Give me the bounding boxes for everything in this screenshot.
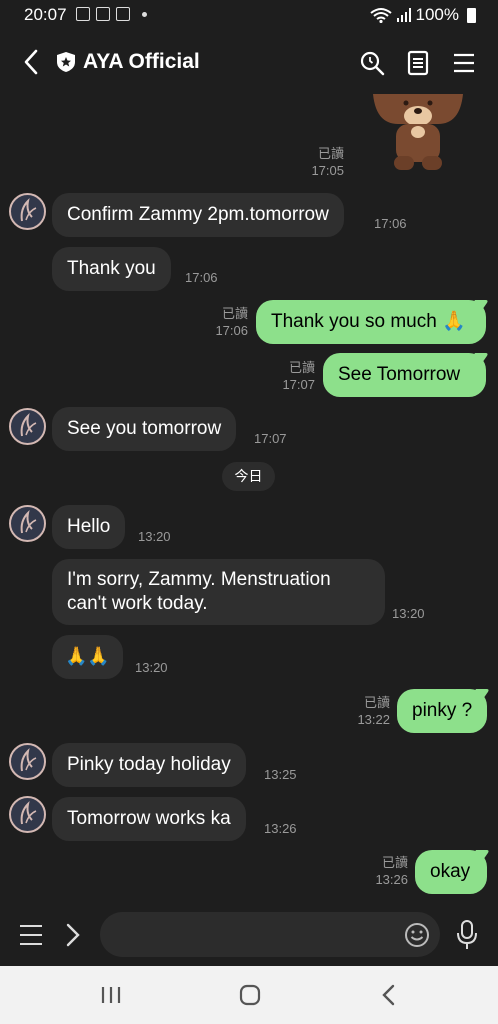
outgoing-message[interactable]: okay — [415, 850, 487, 894]
aya-logo-icon — [20, 412, 37, 437]
incoming-message[interactable]: See you tomorrow — [52, 407, 237, 451]
message-input[interactable] — [100, 912, 440, 957]
avatar[interactable] — [9, 505, 46, 542]
message-time: 17:06 — [185, 270, 218, 285]
menu-icon[interactable] — [451, 50, 477, 76]
aya-logo-icon — [20, 800, 37, 825]
message-time: 17:05 — [311, 163, 344, 178]
message-time: 17:07 — [282, 377, 315, 392]
message-line: I'm sorry, Zammy. Menstruation — [67, 569, 331, 590]
back-nav-icon[interactable] — [380, 983, 398, 1007]
avatar[interactable] — [9, 408, 46, 445]
message-meta: 已讀 13:26 — [358, 854, 408, 888]
expand-icon[interactable] — [65, 922, 81, 948]
aya-logo-icon — [20, 747, 37, 772]
battery-percent: 100% — [415, 5, 459, 24]
home-icon[interactable] — [238, 983, 262, 1007]
read-receipt: 已讀 — [317, 146, 344, 161]
avatar[interactable] — [9, 743, 46, 780]
chat-title: AYA Official — [83, 50, 200, 73]
search-icon[interactable] — [359, 50, 385, 76]
wifi-icon — [369, 8, 392, 23]
incoming-message[interactable]: Tomorrow works ka — [52, 797, 246, 841]
message-meta: 已讀 13:22 — [340, 694, 390, 728]
message-time: 13:20 — [392, 606, 425, 621]
read-receipt: 已讀 — [221, 306, 248, 321]
more-notifications-icon — [142, 11, 147, 17]
app-notification-icon — [96, 7, 110, 21]
chat-header: AYA Official — [0, 30, 498, 94]
read-receipt: 已讀 — [363, 695, 390, 710]
message-time: 13:20 — [135, 660, 168, 675]
status-bar: 20:07 100% — [0, 0, 498, 30]
message-time: 13:25 — [264, 767, 297, 782]
system-nav-bar — [0, 966, 498, 1024]
notification-icons — [76, 7, 147, 21]
incoming-message[interactable]: Pinky today holiday — [52, 743, 246, 787]
outgoing-message[interactable]: pinky ? — [397, 689, 487, 733]
message-list[interactable]: 已讀 17:05 Confirm Zammy 2pm.tomorrow 17:0… — [0, 94, 498, 904]
incoming-message[interactable]: Hello — [52, 505, 126, 549]
official-badge-icon — [57, 52, 75, 72]
message-meta: 已讀 17:05 — [294, 145, 344, 179]
aya-logo-icon — [20, 509, 37, 534]
message-time: 17:07 — [254, 431, 287, 446]
message-time: 13:20 — [138, 529, 171, 544]
message-time: 13:26 — [264, 821, 297, 836]
message-line: can't work today. — [67, 593, 208, 614]
menu-icon[interactable] — [19, 924, 43, 946]
message-meta: 已讀 17:07 — [265, 359, 315, 393]
bear-sticker[interactable] — [368, 94, 468, 174]
avatar[interactable] — [9, 193, 46, 230]
notes-icon[interactable] — [405, 50, 431, 76]
back-icon[interactable] — [20, 48, 44, 76]
message-time: 17:06 — [215, 323, 248, 338]
read-receipt: 已讀 — [381, 855, 408, 870]
input-bar — [0, 904, 498, 966]
aya-logo-icon — [20, 197, 37, 222]
read-receipt: 已讀 — [288, 360, 315, 375]
recent-apps-icon[interactable] — [100, 985, 122, 1005]
battery-icon — [467, 7, 476, 23]
message-time: 17:06 — [374, 216, 407, 231]
message-time: 13:26 — [375, 872, 408, 887]
gallery-icon — [76, 7, 90, 21]
status-right: 100% — [369, 5, 476, 25]
incoming-message[interactable]: 🙏🙏 — [52, 635, 123, 679]
avatar[interactable] — [9, 796, 46, 833]
emoji-icon[interactable] — [404, 922, 430, 948]
app-notification-icon-2 — [116, 7, 130, 21]
status-time: 20:07 — [24, 5, 67, 24]
incoming-message[interactable]: I'm sorry, Zammy. Menstruation can't wor… — [52, 559, 385, 625]
date-separator: 今日 — [222, 462, 275, 491]
signal-icon — [396, 8, 411, 22]
message-time: 13:22 — [357, 712, 390, 727]
microphone-icon[interactable] — [456, 920, 478, 950]
outgoing-message[interactable]: See Tomorrow — [323, 353, 486, 397]
message-meta: 已讀 17:06 — [198, 305, 248, 339]
outgoing-message[interactable]: Thank you so much 🙏 — [256, 300, 486, 344]
incoming-message[interactable]: Confirm Zammy 2pm.tomorrow — [52, 193, 344, 237]
incoming-message[interactable]: Thank you — [52, 247, 171, 291]
